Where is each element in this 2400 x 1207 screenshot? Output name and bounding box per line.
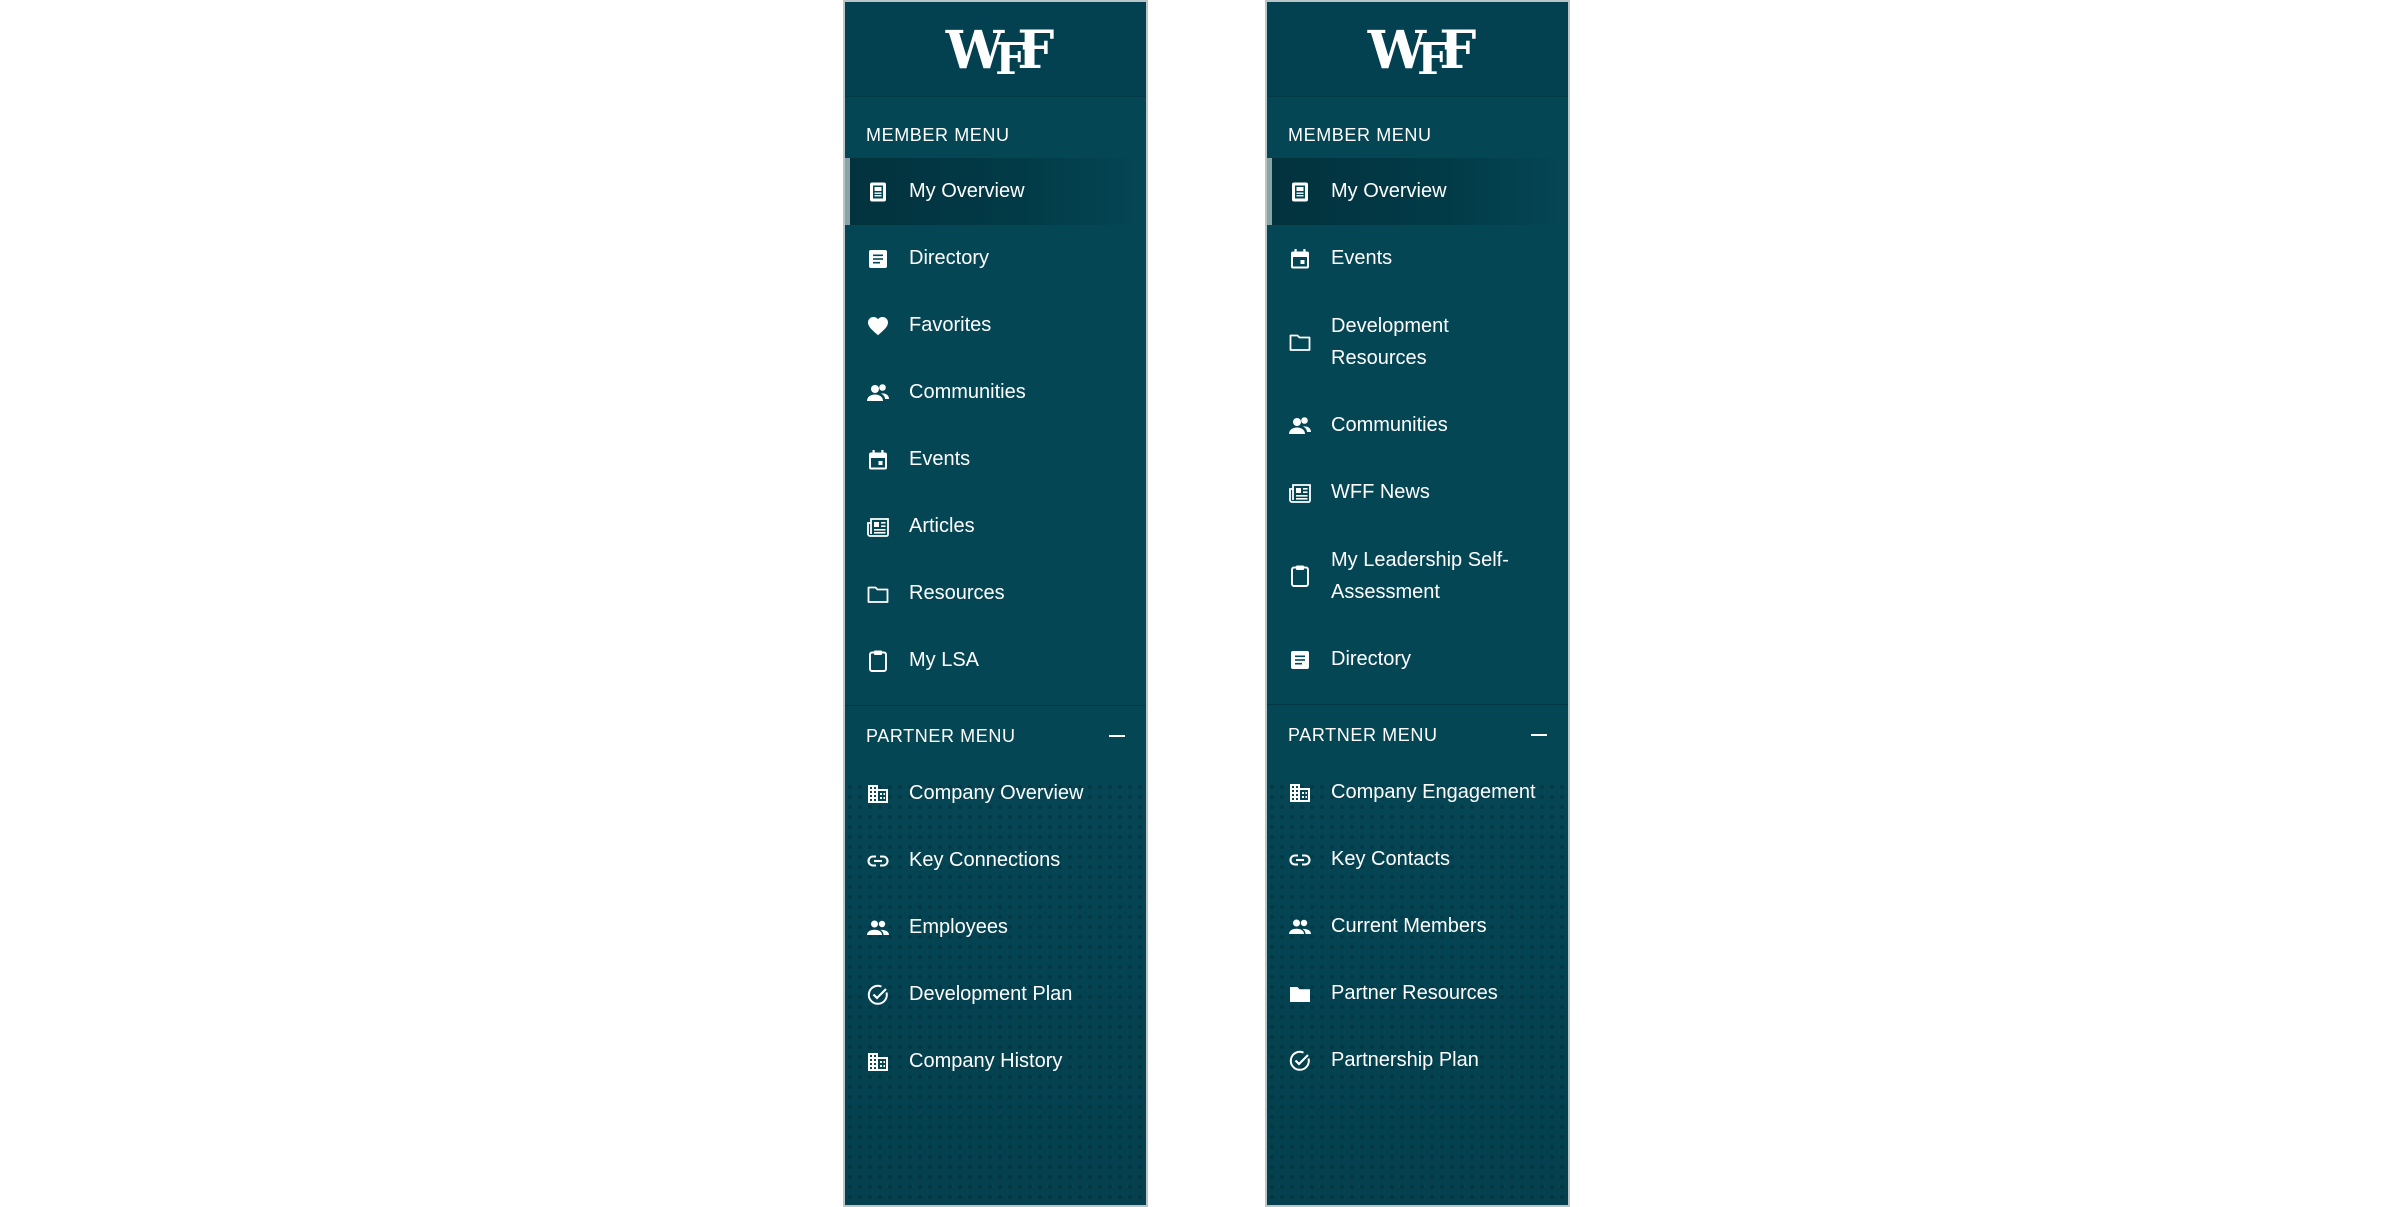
nav-item-label: Communities [909, 381, 1026, 403]
directory-icon [866, 247, 890, 271]
building-icon [866, 1050, 890, 1074]
partner-menu-title: PARTNER MENU [866, 725, 1016, 746]
member-menu-list: My Overview Directory Favorites Communit… [845, 158, 1146, 694]
directory-icon [1288, 648, 1312, 672]
check-circle-icon [1288, 1049, 1312, 1073]
nav-item-label: Company History [909, 1050, 1063, 1072]
member-menu-header: MEMBER MENU [1267, 117, 1568, 153]
nav-item-label: Company Engagement [1331, 781, 1536, 803]
nav-item-my-lsa[interactable]: My LSA [845, 627, 1146, 694]
nav-item-label: Key Connections [909, 849, 1061, 871]
nav-item-events[interactable]: Events [845, 426, 1146, 493]
nav-item-label: Favorites [909, 314, 992, 336]
communities-icon [866, 381, 890, 405]
sidebar-variant-1: WFF MEMBER MENU My Overview Directory Fa… [843, 0, 1148, 1207]
member-menu-title: MEMBER MENU [1288, 124, 1432, 145]
clipboard-icon [866, 649, 890, 673]
link-icon [1288, 848, 1312, 872]
nav-item-label: Events [909, 448, 971, 470]
heart-icon [866, 314, 890, 338]
nav-item-label: Key Contacts [1331, 848, 1450, 870]
nav-item-label: Articles [909, 515, 975, 537]
building-icon [866, 782, 890, 806]
folder-outline-icon [866, 582, 890, 606]
partner-menu-title: PARTNER MENU [1288, 724, 1438, 745]
nav-item-key-contacts[interactable]: Key Contacts [1267, 826, 1568, 893]
nav-item-label: My Overview [909, 180, 1025, 202]
nav-item-label: Communities [1331, 414, 1448, 436]
newspaper-icon [866, 515, 890, 539]
nav-item-development-plan[interactable]: Development Plan [845, 961, 1146, 1028]
nav-item-current-members[interactable]: Current Members [1267, 893, 1568, 960]
nav-item-resources[interactable]: Resources [845, 560, 1146, 627]
nav-item-my-leadership-self-assessment[interactable]: My Leadership Self-Assessment [1267, 526, 1568, 626]
nav-item-favorites[interactable]: Favorites [845, 292, 1146, 359]
collapse-partner-menu-button[interactable] [1108, 729, 1126, 743]
nav-item-employees[interactable]: Employees [845, 894, 1146, 961]
partner-menu-list: Company Engagement Key Contacts Current … [1267, 759, 1568, 1094]
overview-icon [866, 180, 890, 204]
menu-divider [845, 705, 1146, 706]
link-icon [866, 849, 890, 873]
nav-item-company-overview[interactable]: Company Overview [845, 760, 1146, 827]
building-icon [1288, 781, 1312, 805]
nav-item-label: Current Members [1331, 915, 1487, 937]
nav-item-directory[interactable]: Directory [845, 225, 1146, 292]
nav-item-communities[interactable]: Communities [845, 359, 1146, 426]
minus-icon [1109, 735, 1125, 737]
wff-logo[interactable]: WFF [1368, 20, 1477, 85]
folder-filled-icon [1288, 982, 1312, 1006]
nav-item-label: Employees [909, 916, 1008, 938]
check-circle-icon [866, 983, 890, 1007]
nav-item-events[interactable]: Events [1267, 225, 1568, 292]
nav-item-label: Development Resources [1331, 315, 1449, 369]
partner-menu-header: PARTNER MENU [845, 717, 1146, 755]
nav-item-directory[interactable]: Directory [1267, 626, 1568, 693]
menu-divider [1267, 704, 1568, 705]
wff-logo[interactable]: WFF [946, 20, 1055, 85]
nav-item-label: WFF News [1331, 481, 1430, 503]
member-menu-header: MEMBER MENU [845, 117, 1146, 153]
nav-item-my-overview[interactable]: My Overview [845, 158, 1146, 225]
partner-menu-header: PARTNER MENU [1267, 716, 1568, 754]
logo-bar: WFF [1267, 2, 1568, 97]
nav-item-my-overview[interactable]: My Overview [1267, 158, 1568, 225]
nav-item-label: Events [1331, 247, 1393, 269]
nav-item-label: Company Overview [909, 782, 1084, 804]
nav-item-label: Partner Resources [1331, 982, 1498, 1004]
logo-bar: WFF [845, 2, 1146, 97]
nav-item-label: Directory [1331, 648, 1412, 670]
minus-icon [1531, 734, 1547, 736]
partner-menu-list: Company Overview Key Connections Employe… [845, 760, 1146, 1095]
communities-icon [1288, 414, 1312, 438]
sidebar-variant-2: WFF MEMBER MENU My Overview Events Devel… [1265, 0, 1570, 1207]
member-menu-list: My Overview Events Development Resources… [1267, 158, 1568, 693]
nav-item-label: My Overview [1331, 180, 1447, 202]
nav-item-key-connections[interactable]: Key Connections [845, 827, 1146, 894]
member-menu-title: MEMBER MENU [866, 124, 1010, 145]
nav-item-label: Resources [909, 582, 1005, 604]
people-icon [1288, 915, 1312, 939]
calendar-icon [866, 448, 890, 472]
nav-item-communities[interactable]: Communities [1267, 392, 1568, 459]
calendar-icon [1288, 247, 1312, 271]
nav-item-partner-resources[interactable]: Partner Resources [1267, 960, 1568, 1027]
nav-item-wff-news[interactable]: WFF News [1267, 459, 1568, 526]
nav-item-label: Development Plan [909, 983, 1073, 1005]
overview-icon [1288, 180, 1312, 204]
nav-item-company-engagement[interactable]: Company Engagement [1267, 759, 1568, 826]
nav-item-label: My LSA [909, 649, 980, 671]
nav-item-label: Directory [909, 247, 990, 269]
nav-item-development-resources[interactable]: Development Resources [1267, 292, 1568, 392]
clipboard-icon [1288, 564, 1312, 588]
nav-item-label: My Leadership Self-Assessment [1331, 549, 1509, 603]
nav-item-partnership-plan[interactable]: Partnership Plan [1267, 1027, 1568, 1094]
nav-item-label: Partnership Plan [1331, 1049, 1479, 1071]
people-icon [866, 916, 890, 940]
newspaper-icon [1288, 481, 1312, 505]
nav-item-articles[interactable]: Articles [845, 493, 1146, 560]
nav-item-company-history[interactable]: Company History [845, 1028, 1146, 1095]
collapse-partner-menu-button[interactable] [1530, 728, 1548, 742]
folder-outline-icon [1288, 330, 1312, 354]
